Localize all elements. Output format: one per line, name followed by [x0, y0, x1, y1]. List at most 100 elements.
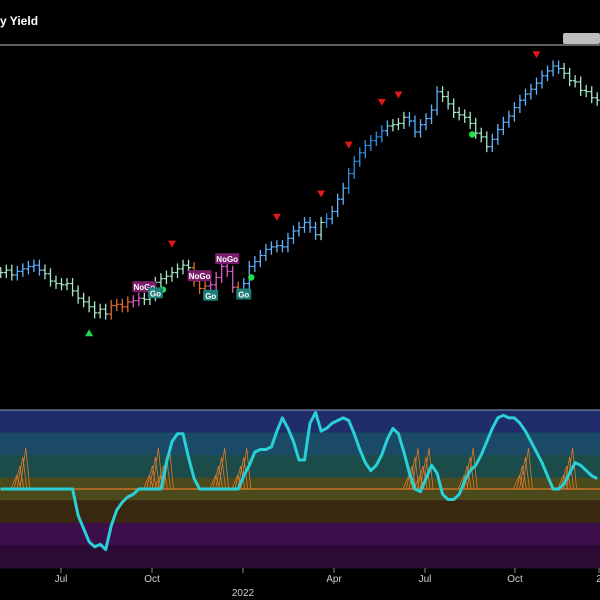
ohlc-bar [572, 75, 578, 88]
ohlc-bar [451, 98, 457, 118]
ohlc-bar [478, 127, 484, 143]
ohlc-bar [467, 111, 473, 129]
go-dot-signal [469, 131, 476, 138]
ohlc-bar [114, 298, 120, 312]
x-tick-label: 2 [596, 574, 600, 585]
chart: y Yield NoGoGoNoGoGoNoGoGo Jul Oct2022Apr… [0, 14, 600, 599]
ohlc-bar [522, 88, 528, 106]
ohlc-bar [125, 296, 131, 313]
ohlc-bar [456, 106, 462, 121]
ohlc-bar [550, 60, 556, 77]
ohlc-bar [583, 84, 589, 98]
down-arrow-signal [344, 141, 353, 149]
ohlc-bar [285, 232, 291, 253]
nogo-tag: NoGo [215, 253, 240, 265]
ohlc-bar [500, 116, 506, 136]
ohlc-bar [406, 111, 412, 127]
x-tick-label: Oct [507, 574, 523, 585]
ohlc-bar [307, 216, 313, 233]
ohlc-bar [495, 124, 501, 145]
ohlc-bar [158, 273, 164, 288]
ohlc-bar [362, 139, 368, 159]
x-tick-label: 2022 [232, 588, 255, 599]
ohlc-bar [42, 264, 48, 280]
oscillator-panel [0, 409, 600, 569]
ohlc-bar [545, 65, 551, 82]
down-arrow-signal [272, 213, 281, 221]
ohlc-bar [302, 216, 308, 233]
oscillator-zone [0, 500, 600, 524]
ohlc-bar [412, 115, 418, 138]
ohlc-bar [357, 147, 363, 167]
ohlc-bar [418, 119, 424, 138]
x-tick-label: Jul [419, 574, 432, 585]
ohlc-bar [379, 125, 385, 143]
ohlc-bar [429, 104, 435, 125]
ohlc-bar [539, 70, 545, 89]
x-tick-label: Oct [144, 574, 160, 585]
price-panel: NoGoGoNoGoGoNoGoGo [0, 51, 600, 337]
ohlc-bar [368, 135, 374, 151]
ohlc-bar [36, 259, 42, 276]
down-arrow-signal [167, 240, 176, 248]
nogo-tag: NoGo [187, 270, 212, 282]
ohlc-bar [567, 67, 573, 87]
ohlc-bar [390, 119, 396, 132]
ohlc-bar [130, 295, 136, 308]
go-tag-label: Go [205, 292, 216, 301]
ohlc-bar [141, 292, 147, 305]
ohlc-bar [434, 86, 440, 116]
ohlc-bar [290, 225, 296, 244]
ohlc-bar [257, 249, 263, 268]
down-arrow-signal [317, 190, 326, 198]
ohlc-bar [59, 278, 65, 291]
ohlc-bar [252, 256, 258, 272]
ohlc-bar [20, 263, 26, 277]
ohlc-bar [274, 240, 280, 253]
ohlc-bar [594, 92, 600, 106]
ohlc-bar [329, 205, 335, 225]
ohlc-bar [268, 241, 274, 255]
ohlc-bar [75, 285, 81, 304]
ohlc-bar [119, 298, 125, 313]
ohlc-bar [86, 296, 92, 313]
ohlc-bar [180, 259, 186, 275]
down-arrow-signal [377, 98, 386, 106]
ohlc-bar [25, 260, 31, 275]
ohlc-bar [103, 303, 109, 320]
nogo-tag-label: NoGo [216, 255, 238, 264]
ohlc-bar [395, 117, 401, 131]
ohlc-bar [423, 113, 429, 131]
ohlc-bar [136, 292, 142, 307]
down-arrow-signal [532, 51, 541, 59]
go-tag: Go [147, 287, 163, 299]
ohlc-bar [401, 111, 407, 129]
x-axis: Jul Oct 2022 Apr Jul Oct 2 [55, 568, 600, 599]
ohlc-bar [53, 275, 59, 290]
ohlc-bar [489, 133, 495, 153]
ohlc-bar [445, 91, 451, 110]
ohlc-bar [92, 301, 98, 319]
scroll-handle[interactable] [563, 33, 600, 44]
ohlc-bar [313, 221, 319, 241]
nogo-tag-label: NoGo [189, 272, 211, 281]
ohlc-bar [213, 271, 219, 291]
x-tick-label: Apr [326, 574, 342, 585]
ohlc-bar [64, 278, 70, 291]
ohlc-bar [462, 109, 468, 123]
go-tag-label: Go [238, 291, 249, 300]
x-tick-label: Jul [55, 574, 68, 585]
ohlc-bar [373, 131, 379, 147]
ohlc-bar [0, 267, 4, 279]
ohlc-bar [3, 264, 9, 279]
chart-title: y Yield [0, 14, 38, 28]
ohlc-bar [556, 60, 562, 74]
ohlc-bar [528, 83, 534, 100]
ohlc-bar [169, 267, 175, 282]
ohlc-bar [589, 86, 595, 104]
ohlc-bar [511, 102, 517, 122]
ohlc-bar [517, 94, 523, 114]
oscillator-zone [0, 545, 600, 569]
ohlc-bar [324, 213, 330, 228]
ohlc-bar [346, 168, 352, 194]
